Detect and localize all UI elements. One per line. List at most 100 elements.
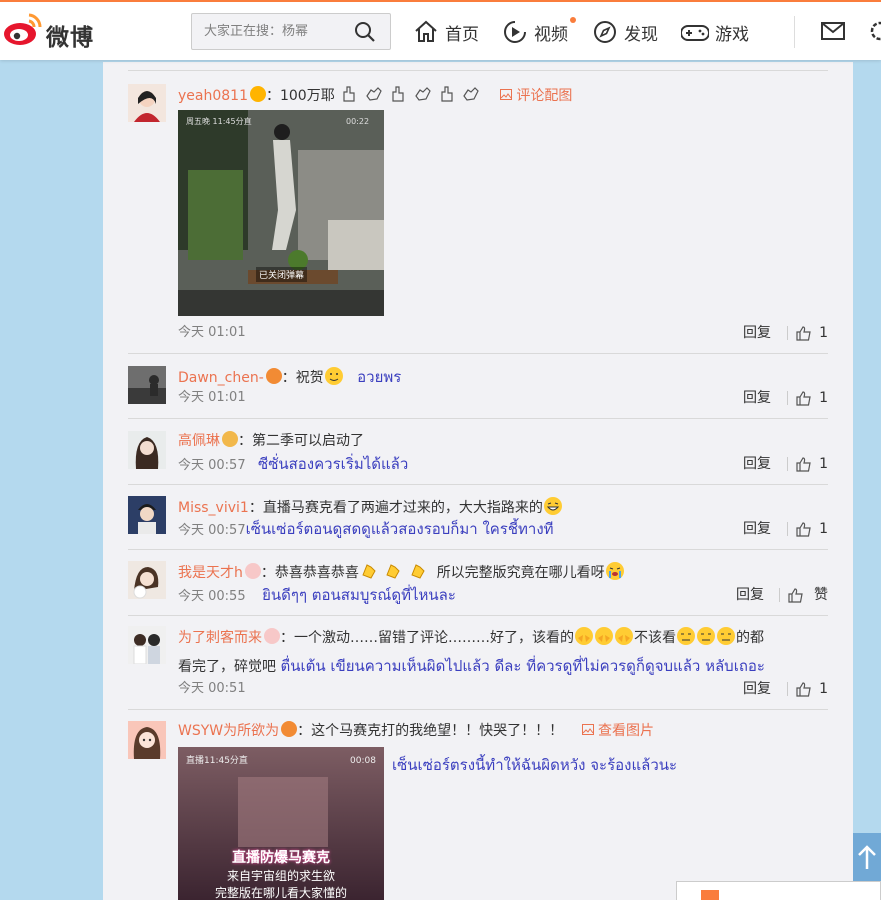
nav-divider xyxy=(794,16,795,48)
like-button[interactable]: 1 xyxy=(796,519,828,539)
comment-meta: 今天 00:57 ซีซั่นสองควรเริ่มได้แล้ว 回复 1 xyxy=(178,454,828,474)
timestamp: 今天 01:01 xyxy=(178,390,246,405)
comment-image-link-label: 评论配图 xyxy=(516,88,573,104)
back-to-top-button[interactable] xyxy=(853,833,881,883)
nav-home[interactable]: 首页 xyxy=(413,17,479,47)
thumbs-up-icon xyxy=(788,587,803,603)
search-icon[interactable] xyxy=(354,21,376,43)
thai-translation: อวยพร xyxy=(357,368,402,386)
like-count: 1 xyxy=(819,325,828,341)
divider xyxy=(128,484,828,485)
awkward-emoji-icon xyxy=(717,627,735,645)
weibo-eye-icon xyxy=(4,13,42,45)
meta-divider xyxy=(779,588,780,602)
avatar[interactable] xyxy=(128,626,166,664)
svg-text:00:22: 00:22 xyxy=(346,117,369,126)
comment-text: ：直播马赛克看了两遍才过来的，大大指路来的 xyxy=(248,500,543,516)
like-button[interactable]: 1 xyxy=(796,323,828,343)
thai-translation: เซ็นเซ่อร์ตอนดูสดดูแล้วสองรอบก็มา ใครชี้… xyxy=(245,520,554,538)
username[interactable]: WSYW为所欲为 xyxy=(178,723,279,739)
timestamp: 今天 00:55 xyxy=(178,589,246,604)
image-title: 直播防爆马赛克 xyxy=(232,850,330,866)
username[interactable]: 高佩琳 xyxy=(178,433,220,449)
avatar[interactable] xyxy=(128,496,166,534)
comment-image-link[interactable]: 评论配图 xyxy=(499,88,573,104)
comment-meta: 今天 00:51 回复 1 xyxy=(178,679,828,699)
comment-attached-image[interactable]: 周五晚 11:45分直 00:22 已关闭弹幕 xyxy=(178,110,384,316)
avatar[interactable] xyxy=(128,366,166,404)
reply-button[interactable]: 回复 xyxy=(743,519,771,539)
gear-icon[interactable] xyxy=(868,19,881,43)
comment-text-end: 的都 xyxy=(736,630,764,646)
shy-emoji-icon xyxy=(575,627,593,645)
like-button[interactable]: 赞 xyxy=(788,585,828,605)
avatar[interactable] xyxy=(128,721,166,759)
meta-divider xyxy=(787,326,788,340)
pig-badge-icon xyxy=(244,563,261,579)
reply-button[interactable]: 回复 xyxy=(743,388,771,408)
nav-video[interactable]: 视频 xyxy=(502,17,576,47)
username[interactable]: yeah0811 xyxy=(178,88,248,104)
like-button[interactable]: 1 xyxy=(796,454,828,474)
reply-button[interactable]: 回复 xyxy=(743,323,771,343)
awkward-emoji-icon xyxy=(677,627,695,645)
reply-button[interactable]: 回复 xyxy=(736,585,764,605)
chat-widget[interactable] xyxy=(676,881,881,900)
hand-gesture-icon xyxy=(441,86,453,102)
svg-text:直播11:45分直: 直播11:45分直 xyxy=(186,754,248,766)
shy-emoji-icon xyxy=(615,627,633,645)
mail-icon[interactable] xyxy=(820,19,846,43)
comment-attached-image[interactable]: 直播11:45分直 00:08 直播防爆马赛克 来自宇宙组的求生欲 完整版在哪儿… xyxy=(178,747,384,900)
username[interactable]: 我是天才h xyxy=(178,565,243,581)
like-count: 1 xyxy=(819,390,828,406)
reply-button[interactable]: 回复 xyxy=(743,679,771,699)
like-button[interactable]: 1 xyxy=(796,679,828,699)
divider xyxy=(128,70,828,71)
image-icon xyxy=(581,724,594,735)
weibo-logo[interactable]: 微博 xyxy=(2,10,112,54)
arrow-up-icon xyxy=(858,845,876,869)
divider xyxy=(128,418,828,419)
username[interactable]: Miss_vivi1 xyxy=(178,500,249,516)
svg-text:周五晚 11:45分直: 周五晚 11:45分直 xyxy=(186,116,252,126)
nav-discover[interactable]: 发现 xyxy=(592,17,658,47)
divider xyxy=(128,709,828,710)
laughing-emoji-icon xyxy=(543,497,562,515)
reply-button[interactable]: 回复 xyxy=(743,454,771,474)
svg-text:00:08: 00:08 xyxy=(350,756,376,766)
username[interactable]: Dawn_chen- xyxy=(178,370,264,386)
like-button[interactable]: 1 xyxy=(796,388,828,408)
nav-games-label: 游戏 xyxy=(715,24,749,45)
notification-dot xyxy=(570,17,576,23)
username[interactable]: 为了刺客而来 xyxy=(178,630,262,646)
pig-badge-icon xyxy=(264,628,280,644)
comment-text: ：祝贺 xyxy=(281,370,324,386)
home-icon xyxy=(415,20,437,42)
timestamp: 今天 01:01 xyxy=(178,325,246,340)
thai-translation: เซ็นเซ่อร์ตรงนี้ทำให้ฉันผิดหวัง จะร้องแล… xyxy=(392,756,678,774)
avatar[interactable] xyxy=(128,561,166,599)
balloon-badge-icon xyxy=(249,86,266,102)
thumbs-up-icon xyxy=(796,681,811,697)
comment-meta: 今天 00:57เซ็นเซ่อร์ตอนดูสดดูแล้วสองรอบก็ม… xyxy=(178,519,828,539)
thai-translation: ยินดีๆๆ ตอนสมบูรณ์ดูที่ไหนละ xyxy=(262,586,456,604)
avatar[interactable] xyxy=(128,84,166,122)
clapping-hands-icon xyxy=(386,564,400,579)
view-image-link[interactable]: 查看图片 xyxy=(581,723,654,739)
comment-text: ：100万耶 xyxy=(265,88,335,104)
nav-video-label: 视频 xyxy=(534,24,568,45)
comment-text: ：一个激动……留错了评论………好了，该看的 xyxy=(280,630,574,646)
search-input[interactable] xyxy=(192,14,352,49)
chat-icon xyxy=(701,890,719,900)
avatar[interactable] xyxy=(128,431,166,469)
shy-emoji-icon xyxy=(595,627,613,645)
meta-divider xyxy=(787,457,788,471)
thumbs-up-icon xyxy=(796,390,811,406)
search-box[interactable] xyxy=(191,13,391,50)
comment-text-mid: 不该看 xyxy=(634,630,676,646)
nav-games[interactable]: 游戏 xyxy=(681,17,749,47)
gamepad-icon xyxy=(681,25,709,41)
clapping-hands-icon xyxy=(362,564,376,579)
image-subtitle: 完整版在哪儿看大家懂的 xyxy=(214,886,347,900)
hand-gesture-icon xyxy=(365,87,382,101)
